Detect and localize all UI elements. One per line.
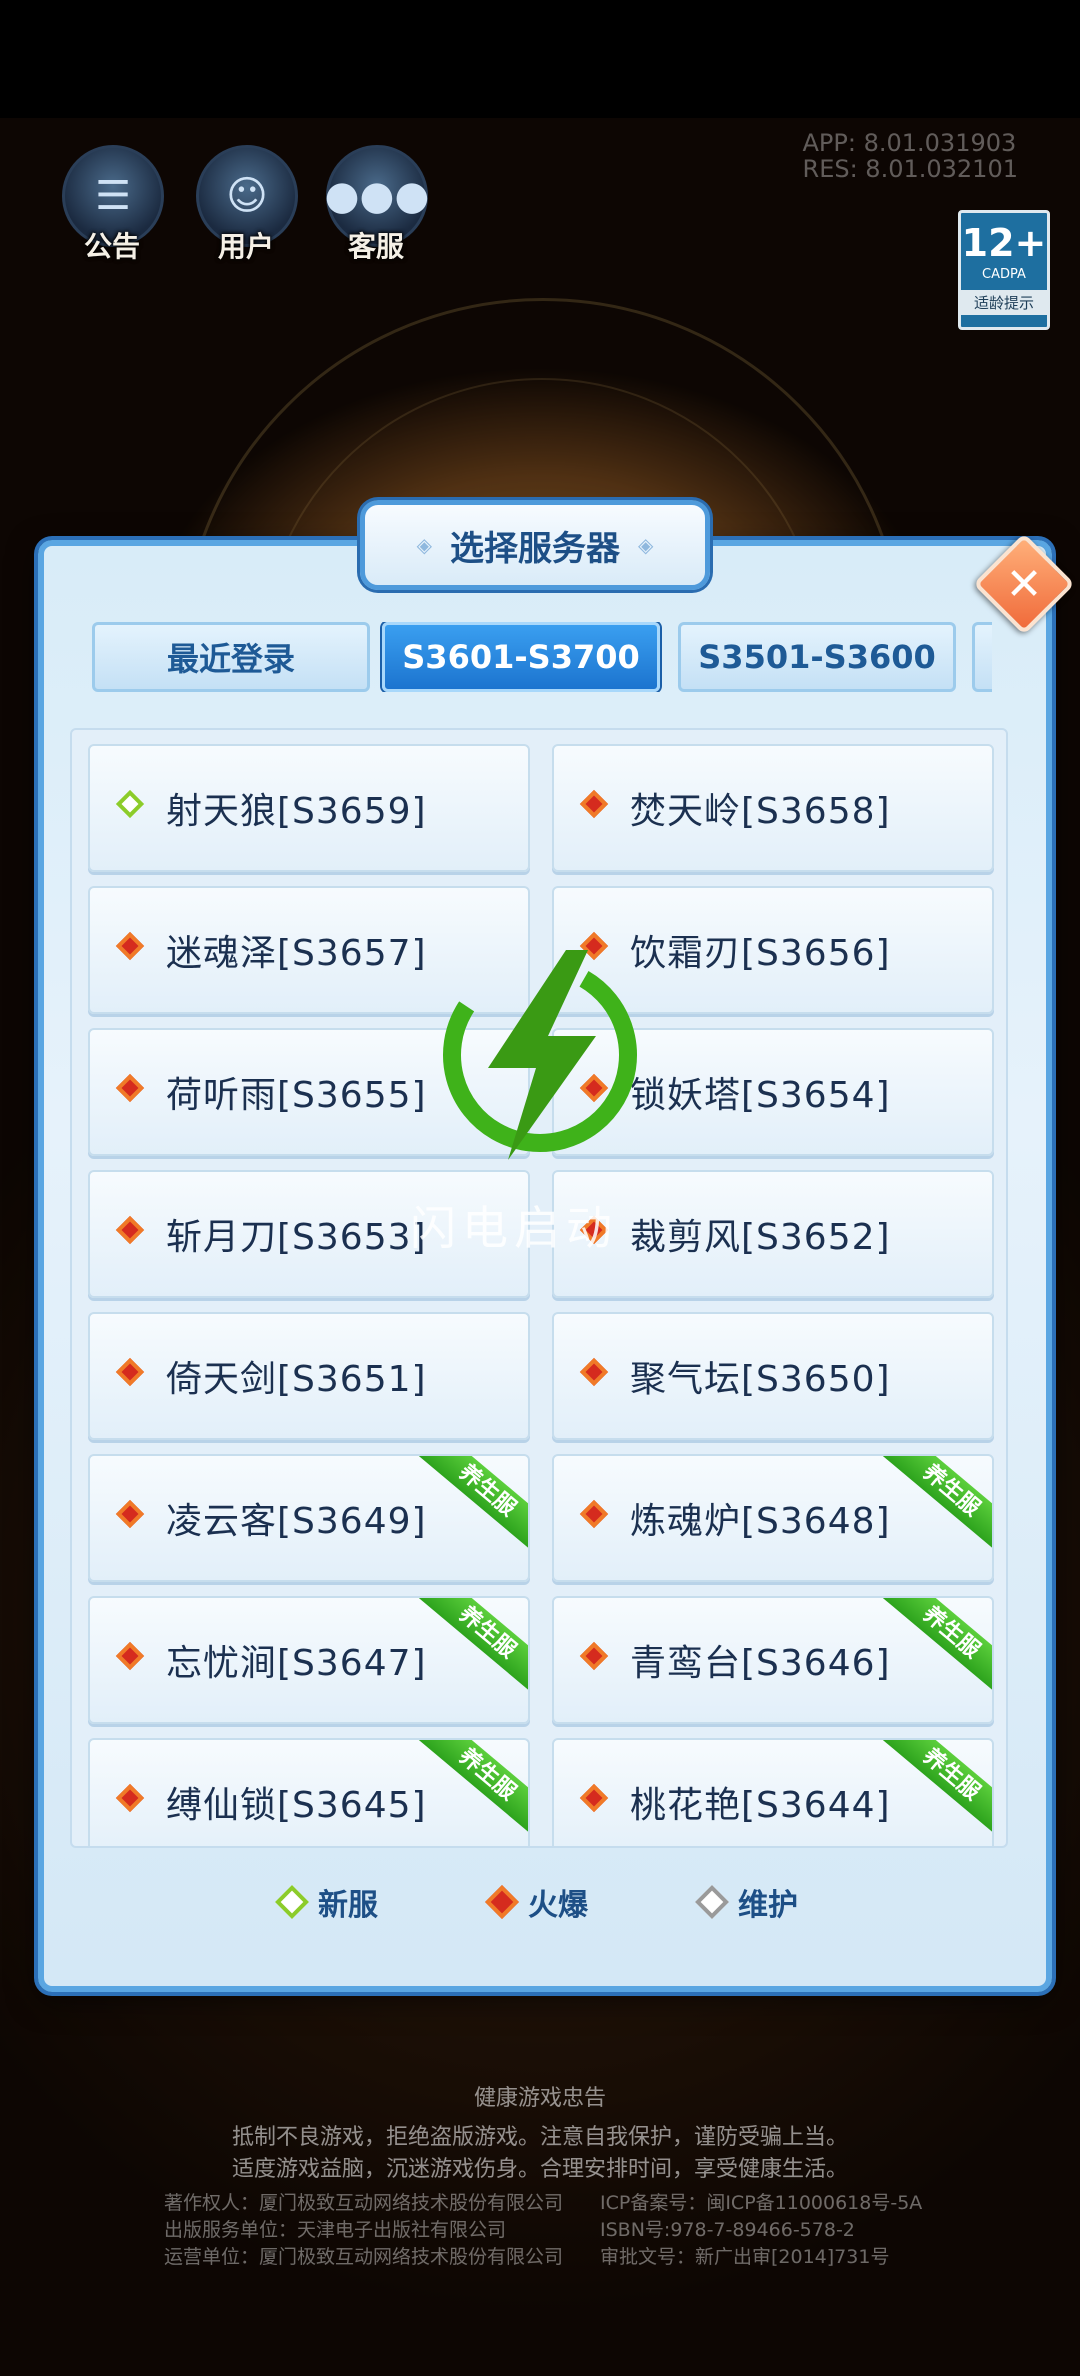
copyright-left: 著作权人：厦门极致互动网络技术股份有限公司 出版服务单位：天津电子出版社有限公司…: [164, 2190, 563, 2271]
server-range-tabs: 最近登录 S3601-S3700 S3501-S3600: [92, 622, 992, 692]
hot-status-icon: [115, 1499, 145, 1529]
legend-maintenance-label: 维护: [738, 1888, 798, 1923]
operator: 运营单位：厦门极致互动网络技术股份有限公司: [164, 2246, 564, 2268]
legend-maintenance: 维护: [695, 1880, 798, 1924]
health-notice-line2: 适度游戏益脑，沉迷游戏伤身。合理安排时间，享受健康生活。: [231, 2157, 848, 2182]
lightning-watermark-icon: [443, 950, 637, 1160]
server-item[interactable]: 青鸾台[S3646] 养生服: [552, 1596, 994, 1724]
server-tag-ribbon: 养生服: [882, 1456, 992, 1553]
server-item[interactable]: 凌云客[S3649] 养生服: [88, 1454, 530, 1582]
status-legend: 新服 火爆 维护: [270, 1880, 810, 1930]
new-status-icon: [275, 1885, 309, 1919]
age-rating-tip: 适龄提示: [961, 290, 1047, 315]
server-name: 倚天剑[S3651]: [166, 1359, 427, 1400]
version-info: APP: 8.01.031903 RES: 8.01.032101: [803, 130, 1018, 182]
hot-status-icon: [485, 1885, 519, 1919]
server-item[interactable]: 忘忧涧[S3647] 养生服: [88, 1596, 530, 1724]
server-list[interactable]: 射天狼[S3659] 焚天岭[S3658] 迷魂泽[S3657] 饮霜刃[S3656]…: [70, 728, 1008, 1848]
copyright-right: ICP备案号：闽ICP备11000618号-5A ISBN号:978-7-894…: [600, 2190, 922, 2271]
legend-new: 新服: [275, 1880, 378, 1924]
server-item[interactable]: 焚天岭[S3658]: [552, 744, 994, 872]
server-name: 锁妖塔[S3654]: [630, 1075, 891, 1116]
age-rating-badge[interactable]: 12+ CADPA 适龄提示: [958, 210, 1050, 330]
notice-label: 公告: [83, 230, 140, 263]
server-name: 饮霜刃[S3656]: [630, 933, 891, 974]
server-name: 荷听雨[S3655]: [166, 1075, 427, 1116]
server-name: 射天狼[S3659]: [166, 791, 427, 832]
hot-status-icon: [115, 1641, 145, 1671]
user-label: 用户: [217, 230, 274, 263]
hot-status-icon: [579, 1357, 609, 1387]
user-button[interactable]: ☺ 用户: [196, 145, 298, 265]
server-item[interactable]: 桃花艳[S3644] 养生服: [552, 1738, 994, 1846]
server-name: 桃花艳[S3644]: [630, 1785, 891, 1826]
server-item[interactable]: 倚天剑[S3651]: [88, 1312, 530, 1440]
dialog-title: 选择服务器: [450, 528, 620, 569]
publisher: 出版服务单位：天津电子出版社有限公司: [164, 2219, 507, 2241]
hot-status-icon: [579, 1783, 609, 1813]
icp-number: ICP备案号：闽ICP备11000618号-5A: [600, 2192, 923, 2214]
server-name: 忘忧涧[S3647]: [166, 1643, 427, 1684]
legend-new-label: 新服: [318, 1888, 378, 1923]
health-notice-line1: 抵制不良游戏，拒绝盗版游戏。注意自我保护，谨防受骗上当。: [231, 2125, 848, 2150]
server-tag-ribbon: 养生服: [418, 1598, 528, 1695]
server-name: 裁剪风[S3652]: [630, 1217, 891, 1258]
server-name: 迷魂泽[S3657]: [166, 933, 427, 974]
server-item[interactable]: 聚气坛[S3650]: [552, 1312, 994, 1440]
server-item[interactable]: 裁剪风[S3652]: [552, 1170, 994, 1298]
app-version: APP: 8.01.031903: [802, 129, 1017, 157]
notice-button[interactable]: ☰ 公告: [62, 145, 164, 265]
age-rating: 12+: [961, 221, 1047, 265]
maintenance-status-icon: [695, 1885, 729, 1919]
dialog-title-plate: ◈ 选择服务器 ◈: [360, 500, 710, 590]
server-tag-ribbon: 养生服: [418, 1456, 528, 1553]
server-name: 炼魂炉[S3648]: [630, 1501, 891, 1542]
res-version: RES: 8.01.032101: [802, 155, 1018, 183]
server-item[interactable]: 缚仙锁[S3645] 养生服: [88, 1738, 530, 1846]
legend-hot: 火爆: [485, 1880, 588, 1924]
age-rating-org: CADPA: [982, 267, 1026, 282]
server-name: 斩月刀[S3653]: [166, 1217, 427, 1258]
hot-status-icon: [579, 1641, 609, 1671]
tab-next-partial[interactable]: [972, 622, 992, 692]
tab-recent-login[interactable]: 最近登录: [92, 622, 370, 692]
watermark-text: 闪电启动: [410, 1201, 618, 1255]
server-name: 青鸾台[S3646]: [630, 1643, 891, 1684]
hot-status-icon: [115, 1215, 145, 1245]
service-label: 客服: [347, 230, 404, 263]
hot-status-icon: [579, 1499, 609, 1529]
new-status-icon: [115, 789, 145, 819]
server-tag-ribbon: 养生服: [418, 1740, 528, 1837]
tab-s3501-s3600[interactable]: S3501-S3600: [678, 622, 956, 692]
copyright-owner: 著作权人：厦门极致互动网络技术股份有限公司: [164, 2192, 564, 2214]
hot-status-icon: [579, 789, 609, 819]
health-notice-footer: 健康游戏忠告 抵制不良游戏，拒绝盗版游戏。注意自我保护，谨防受骗上当。 适度游戏…: [0, 2080, 1080, 2268]
server-name: 聚气坛[S3650]: [630, 1359, 891, 1400]
server-name: 凌云客[S3649]: [166, 1501, 427, 1542]
hot-status-icon: [115, 931, 145, 961]
server-item[interactable]: 炼魂炉[S3648] 养生服: [552, 1454, 994, 1582]
server-item[interactable]: 射天狼[S3659]: [88, 744, 530, 872]
title-ornament-icon: ◈: [416, 533, 432, 557]
hot-status-icon: [115, 1073, 145, 1103]
service-button[interactable]: ●●● 客服: [325, 145, 429, 265]
server-name: 焚天岭[S3658]: [630, 791, 891, 832]
tab-s3601-s3700[interactable]: S3601-S3700: [382, 622, 660, 692]
health-notice-heading: 健康游戏忠告: [473, 2086, 606, 2111]
isbn-number: ISBN号:978-7-89466-578-2: [600, 2219, 855, 2241]
server-tag-ribbon: 养生服: [882, 1598, 992, 1695]
legend-hot-label: 火爆: [528, 1888, 588, 1923]
hot-status-icon: [115, 1357, 145, 1387]
approval-number: 审批文号：新广出审[2014]731号: [600, 2246, 890, 2268]
server-name: 缚仙锁[S3645]: [166, 1785, 427, 1826]
close-icon: ✕: [1005, 558, 1043, 610]
title-ornament-icon: ◈: [638, 533, 654, 557]
server-tag-ribbon: 养生服: [882, 1740, 992, 1837]
hot-status-icon: [115, 1783, 145, 1813]
